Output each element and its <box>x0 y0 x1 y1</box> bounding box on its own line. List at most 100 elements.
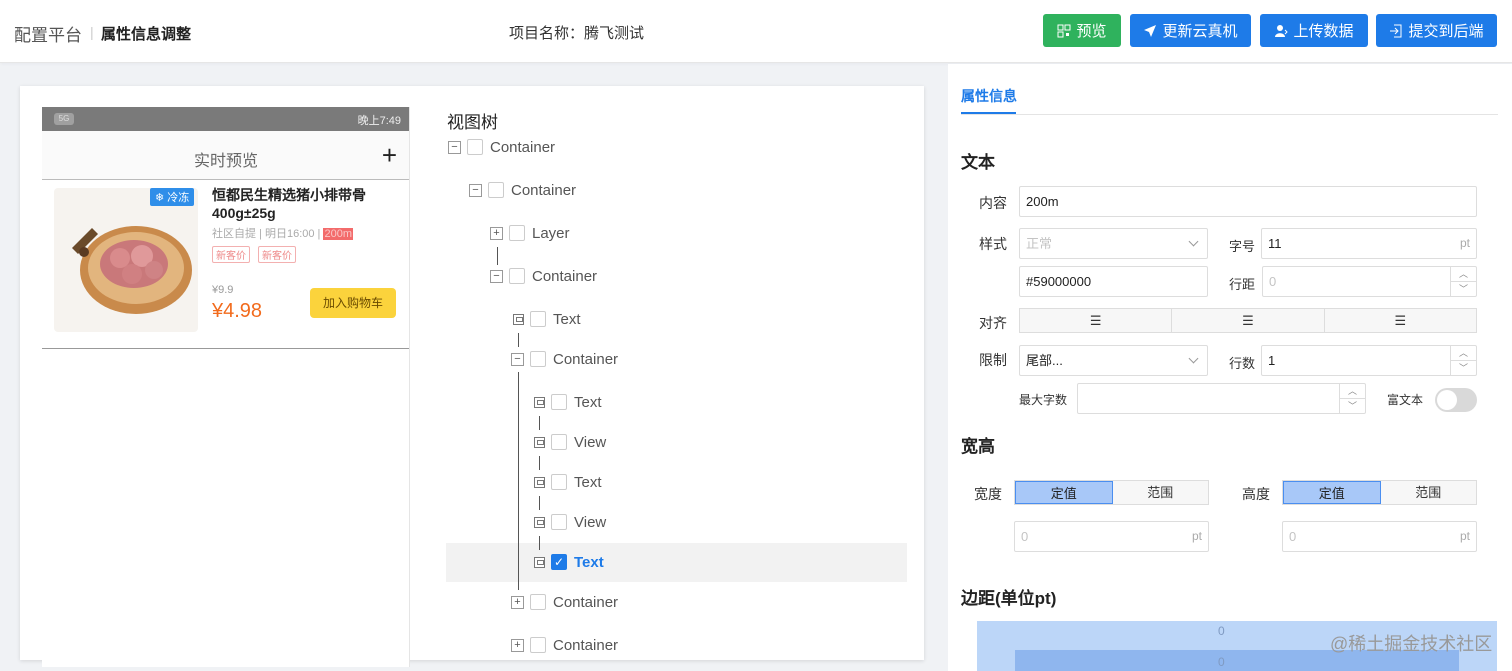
style-label: 样式 <box>979 236 1007 252</box>
add-icon[interactable]: + <box>382 140 397 171</box>
margin-top-value[interactable]: 0 <box>1218 624 1225 638</box>
lines-spinner[interactable]: ︿ ﹀ <box>1450 346 1476 375</box>
collapse-icon[interactable]: − <box>448 140 461 154</box>
maxchars-spinner[interactable]: ︿ ﹀ <box>1339 384 1365 413</box>
submit-backend-label: 提交到后端 <box>1408 23 1484 40</box>
increment-icon[interactable]: ︿ <box>1451 346 1476 361</box>
node-checkbox[interactable] <box>530 311 546 327</box>
brand-title: 配置平台 <box>14 26 82 45</box>
increment-icon[interactable]: ︿ <box>1451 267 1476 282</box>
tree-node-selected[interactable]: ✓ Text <box>534 552 604 572</box>
style-select[interactable]: 正常 <box>1019 228 1208 259</box>
fontsize-input[interactable]: 11 pt <box>1261 228 1477 259</box>
width-input[interactable]: 0 pt <box>1014 521 1209 552</box>
tab-divider <box>961 114 1498 115</box>
node-checkbox-checked[interactable]: ✓ <box>551 554 567 570</box>
maxchars-stepper[interactable]: ︿ ﹀ <box>1077 383 1366 414</box>
decrement-icon[interactable]: ﹀ <box>1340 399 1365 414</box>
lineheight-label: 行距 <box>1229 277 1256 292</box>
content-label: 内容 <box>979 195 1007 211</box>
tree-node[interactable]: + Container <box>511 635 618 655</box>
upload-data-label: 上传数据 <box>1293 23 1354 40</box>
height-range-option[interactable]: 范围 <box>1381 481 1477 504</box>
height-placeholder: 0 <box>1289 529 1297 544</box>
current-price: ¥4.98 <box>212 300 263 322</box>
lines-label: 行数 <box>1229 356 1256 371</box>
leaf-node-icon <box>534 516 545 528</box>
expand-icon[interactable]: + <box>511 638 524 652</box>
preview-button[interactable]: 预览 <box>1043 14 1121 47</box>
collapse-icon[interactable]: − <box>490 269 503 283</box>
tree-node[interactable]: Text <box>534 392 602 412</box>
tree-node[interactable]: Text <box>513 309 581 329</box>
node-checkbox[interactable] <box>551 434 567 450</box>
decrement-icon[interactable]: ﹀ <box>1451 361 1476 376</box>
node-checkbox[interactable] <box>530 351 546 367</box>
tree-line <box>497 247 498 265</box>
width-range-option[interactable]: 范围 <box>1113 481 1209 504</box>
lines-stepper[interactable]: 1 ︿ ﹀ <box>1261 345 1477 376</box>
tree-node[interactable]: − Container <box>469 180 576 200</box>
node-checkbox[interactable] <box>488 182 504 198</box>
goods-card[interactable]: ❄ 冷冻 恒都民生精选猪小排带骨400g±25g 社区自提 | 明日16:00 … <box>42 180 409 349</box>
color-input[interactable]: #59000000 <box>1019 266 1208 297</box>
expand-icon[interactable]: + <box>490 226 503 240</box>
preview-button-label: 预览 <box>1076 23 1107 40</box>
phone-status-bar: 5G 晚上7:49 <box>42 107 409 131</box>
tree-node[interactable]: − Container <box>448 137 555 157</box>
align-left-icon[interactable]: ☰ <box>1020 309 1173 332</box>
height-mode-segmented: 定值 范围 <box>1282 480 1477 505</box>
tree-node[interactable]: − Container <box>490 266 597 286</box>
tree-node-label: Container <box>553 636 619 654</box>
lineheight-spinner[interactable]: ︿ ﹀ <box>1450 267 1476 296</box>
limit-select[interactable]: 尾部... <box>1019 345 1208 376</box>
lineheight-stepper[interactable]: 0 ︿ ﹀ <box>1262 266 1477 297</box>
increment-icon[interactable]: ︿ <box>1340 384 1365 399</box>
tree-node[interactable]: View <box>534 432 606 452</box>
padding-top-value[interactable]: 0 <box>1218 655 1225 669</box>
chevron-down-icon <box>1188 353 1199 364</box>
lines-value: 1 <box>1268 353 1276 368</box>
richtext-toggle[interactable] <box>1435 388 1477 412</box>
tree-node[interactable]: Text <box>534 472 602 492</box>
align-center-icon[interactable]: ☰ <box>1172 309 1325 332</box>
tree-node[interactable]: + Container <box>511 592 618 612</box>
tree-node[interactable]: − Container <box>511 349 618 369</box>
project-name: 项目名称：腾飞测试 <box>509 25 645 42</box>
tree-node-label: View <box>574 513 607 531</box>
collapse-icon[interactable]: − <box>469 183 482 197</box>
node-checkbox[interactable] <box>551 514 567 530</box>
upload-data-button[interactable]: 上传数据 <box>1260 14 1368 47</box>
network-badge: 5G <box>54 113 74 125</box>
width-fixed-option[interactable]: 定值 <box>1015 481 1113 504</box>
node-checkbox[interactable] <box>530 594 546 610</box>
node-checkbox[interactable] <box>551 394 567 410</box>
expand-icon[interactable]: + <box>511 595 524 609</box>
content-input[interactable]: 200m <box>1019 186 1477 217</box>
node-checkbox[interactable] <box>509 225 525 241</box>
decrement-icon[interactable]: ﹀ <box>1451 282 1476 297</box>
node-checkbox[interactable] <box>509 268 525 284</box>
collapse-icon[interactable]: − <box>511 352 524 366</box>
fontsize-value: 11 <box>1268 236 1282 251</box>
add-to-cart-button[interactable]: 加入购物车 <box>310 288 396 318</box>
align-segmented: ☰ ☰ ☰ <box>1019 308 1477 333</box>
width-label: 宽度 <box>974 486 1002 502</box>
height-label: 高度 <box>1242 486 1270 502</box>
tree-node[interactable]: + Layer <box>490 223 570 243</box>
node-checkbox[interactable] <box>467 139 483 155</box>
tree-node[interactable]: View <box>534 512 606 532</box>
submit-backend-button[interactable]: 提交到后端 <box>1376 14 1497 47</box>
tree-line <box>518 372 519 590</box>
update-cloud-device-button[interactable]: 更新云真机 <box>1130 14 1251 47</box>
node-checkbox[interactable] <box>530 637 546 653</box>
tab-properties[interactable]: 属性信息 <box>961 86 1017 106</box>
align-right-icon[interactable]: ☰ <box>1325 309 1476 332</box>
tree-node-label: Container <box>553 593 619 611</box>
height-input[interactable]: 0 pt <box>1282 521 1477 552</box>
height-fixed-option[interactable]: 定值 <box>1283 481 1381 504</box>
node-checkbox[interactable] <box>551 474 567 490</box>
limit-label: 限制 <box>979 352 1007 368</box>
qrcode-icon <box>1057 24 1071 37</box>
login-icon <box>1390 24 1402 37</box>
